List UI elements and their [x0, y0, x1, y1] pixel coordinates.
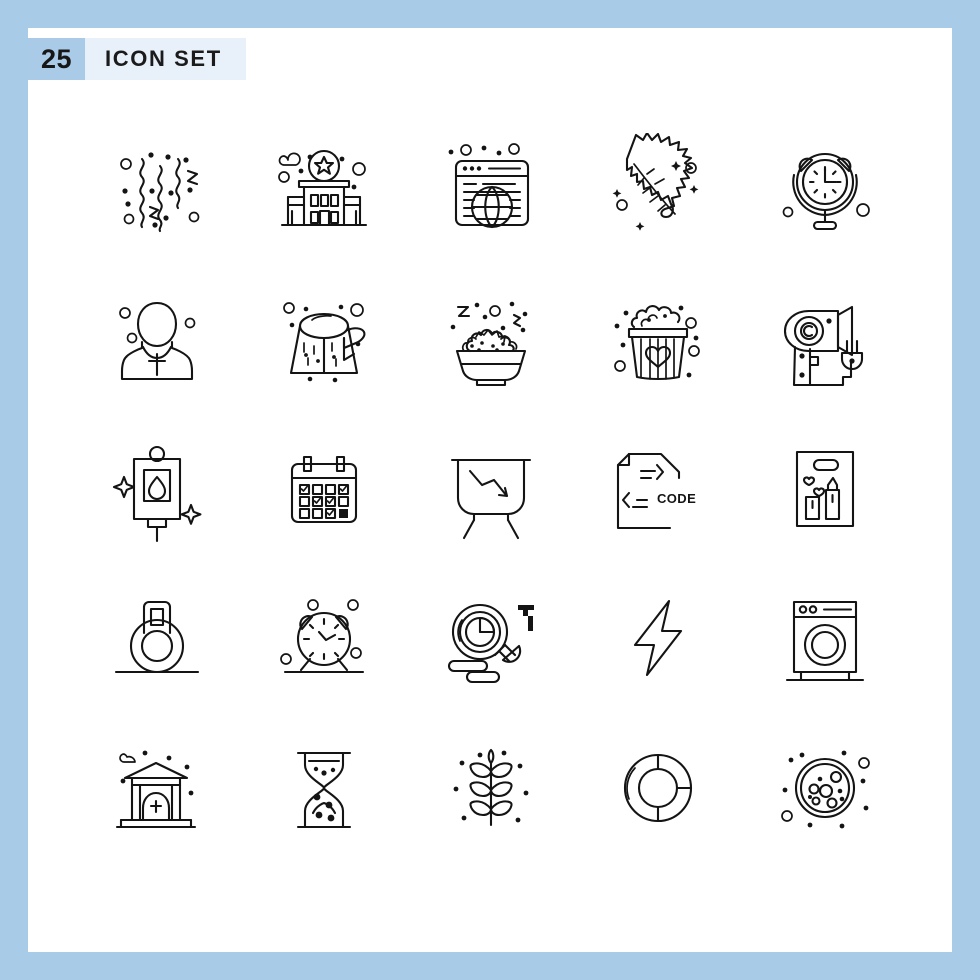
icon-cell-hourglass[interactable] [240, 713, 407, 863]
icon-cell-leaf[interactable] [575, 113, 742, 263]
icon-cell-popcorn-bowl[interactable] [407, 263, 574, 413]
icon-cell-donut-chart[interactable] [575, 713, 742, 863]
priest-icon [118, 301, 195, 381]
donut-chart-icon [624, 753, 693, 823]
icon-cell-cosmetics-bag[interactable] [742, 413, 909, 563]
tree-stump-icon [282, 302, 366, 383]
icon-cell-kettlebell[interactable] [73, 563, 240, 713]
alarm-clock-legs-icon [279, 599, 364, 674]
petri-dish-icon [781, 750, 871, 829]
washing-machine-icon [786, 600, 865, 682]
alarm-clock-stand-icon [783, 152, 871, 231]
kettlebell-icon [114, 600, 199, 674]
icon-cell-popcorn-bucket-heart[interactable] [575, 263, 742, 413]
icon-cell-blood-bag[interactable] [73, 413, 240, 563]
icon-cell-tree-stump[interactable] [240, 263, 407, 413]
icon-cell-police-station[interactable] [240, 113, 407, 263]
header: 25 ICON SET [28, 38, 246, 80]
page-root: 25 ICON SET CODE [0, 0, 980, 980]
icon-cell-web-browser-globe[interactable] [407, 113, 574, 263]
leaf-icon [612, 133, 699, 231]
code-file-text: CODE [657, 491, 696, 506]
lightning-bolt-icon [634, 599, 683, 677]
hair-dryer-icon [784, 305, 864, 387]
web-browser-globe-icon [448, 143, 530, 229]
popcorn-bowl-icon [450, 301, 528, 387]
plant-sprout-icon [453, 748, 529, 827]
icon-cell-plant-sprout[interactable] [407, 713, 574, 863]
icon-cell-confetti-streamers[interactable] [73, 113, 240, 263]
blood-bag-icon [112, 445, 202, 543]
icon-cell-lightning-bolt[interactable] [575, 563, 742, 713]
hourglass-icon [296, 751, 351, 829]
icon-cell-code-file[interactable]: CODE [575, 413, 742, 563]
page-title: ICON SET [85, 38, 246, 80]
data-analysis-magnifier-icon [448, 603, 535, 684]
icon-cell-hair-dryer[interactable] [742, 263, 909, 413]
icon-grid: CODE [73, 113, 909, 863]
popcorn-bucket-heart-icon [614, 305, 701, 381]
code-file-icon: CODE [617, 452, 696, 530]
bank-building-icon [115, 750, 196, 829]
icon-cell-petri-dish[interactable] [742, 713, 909, 863]
icon-cell-data-analysis-magnifier[interactable] [407, 563, 574, 713]
calendar-icon [290, 455, 357, 524]
icon-cell-presentation-decline-chart[interactable] [407, 413, 574, 563]
confetti-streamers-icon [119, 152, 199, 233]
icon-count-badge: 25 [28, 38, 86, 80]
icon-cell-priest[interactable] [73, 263, 240, 413]
cosmetics-bag-icon [796, 450, 855, 528]
icon-set-card: 25 ICON SET CODE [28, 28, 952, 952]
icon-cell-alarm-clock-stand[interactable] [742, 113, 909, 263]
police-station-icon [278, 149, 368, 227]
icon-cell-alarm-clock-legs[interactable] [240, 563, 407, 713]
presentation-decline-chart-icon [450, 458, 532, 540]
icon-cell-washing-machine[interactable] [742, 563, 909, 713]
icon-cell-calendar[interactable] [240, 413, 407, 563]
icon-cell-bank-building[interactable] [73, 713, 240, 863]
